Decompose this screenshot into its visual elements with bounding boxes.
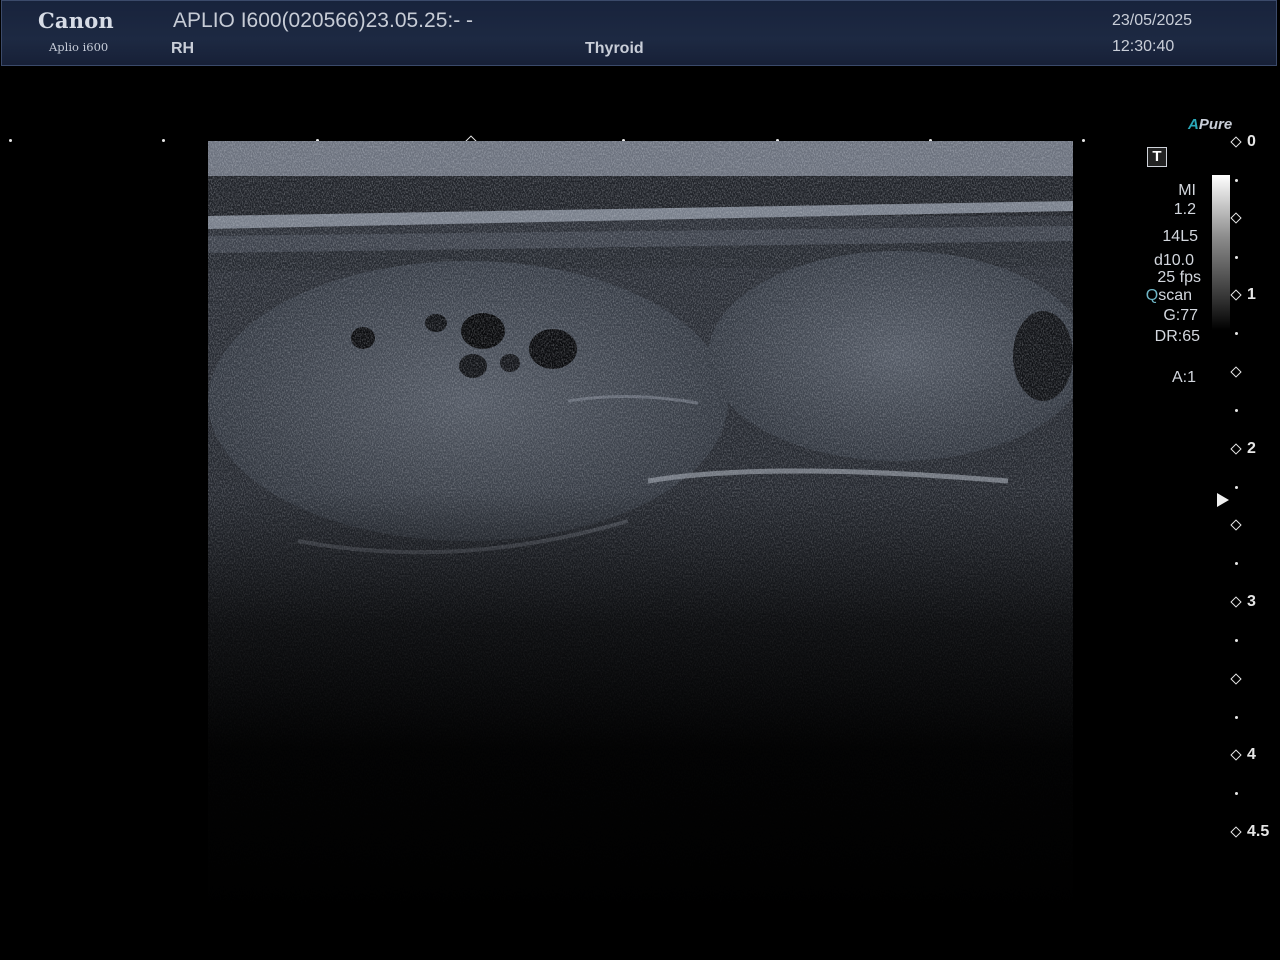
depth-label: 0 — [1247, 133, 1256, 150]
apure-a: A — [1188, 116, 1199, 133]
depth-dot — [1235, 792, 1238, 795]
ultrasound-image-svg — [208, 141, 1073, 920]
depth-dot — [1235, 716, 1238, 719]
probe-name: 14L5 — [1162, 228, 1198, 245]
depth-label: 4.5 — [1247, 823, 1270, 840]
side-label: RH — [171, 40, 195, 57]
qscan-rest: scan — [1158, 287, 1192, 304]
mi-value: 1.2 — [1173, 201, 1196, 218]
top-scale-dot — [162, 139, 165, 142]
depth-dot — [1235, 179, 1238, 182]
depth-dot — [1235, 562, 1238, 565]
mi-label: MI — [1178, 182, 1196, 199]
depth-label: 2 — [1247, 440, 1256, 457]
qscan-label: Qscan — [1120, 287, 1192, 305]
depth-dot — [1235, 486, 1238, 489]
depth-diamond-icon — [1230, 673, 1242, 685]
dynamic-range-value: DR:65 — [1154, 328, 1200, 345]
depth-label: 1 — [1247, 286, 1256, 303]
depth-label: 3 — [1247, 593, 1256, 610]
preset-label: Thyroid — [585, 40, 644, 57]
focus-marker-icon — [1217, 493, 1229, 507]
apure-label: APure — [1188, 116, 1232, 133]
depth-diamond-icon — [1230, 826, 1242, 838]
depth-dot — [1235, 256, 1238, 259]
top-scale-dot — [1082, 139, 1085, 142]
depth-dot — [1235, 409, 1238, 412]
ultrasound-image — [208, 141, 1073, 920]
model-name: Aplio i600 — [49, 40, 109, 54]
depth-diamond-icon — [1230, 443, 1242, 455]
exam-date: 23/05/2025 — [1112, 12, 1193, 29]
depth-label: 4 — [1247, 746, 1256, 763]
depth-value: d10.0 — [1153, 252, 1194, 269]
exam-title: APLIO I600(020566)23.05.25:- - — [173, 9, 474, 32]
depth-diamond-icon — [1230, 366, 1242, 378]
t-icon: T — [1147, 147, 1167, 167]
top-scale-dot — [9, 139, 12, 142]
apure-word: Pure — [1198, 116, 1233, 133]
depth-diamond-icon — [1230, 289, 1242, 301]
depth-dot — [1235, 639, 1238, 642]
acoustic-power-value: A:1 — [1171, 369, 1196, 386]
depth-diamond-icon — [1230, 749, 1242, 761]
frame-rate: 25 fps — [1157, 269, 1201, 286]
header-bar: Canon Aplio i600 APLIO I600(020566)23.05… — [1, 0, 1277, 66]
brand-logo: Canon — [38, 8, 114, 33]
grayscale-bar — [1212, 175, 1230, 330]
depth-diamond-icon — [1230, 519, 1242, 531]
depth-diamond-icon — [1230, 136, 1242, 148]
depth-diamond-icon — [1230, 212, 1242, 224]
gain-value: G:77 — [1163, 307, 1198, 324]
qscan-q: Q — [1145, 287, 1159, 304]
depth-diamond-icon — [1230, 596, 1242, 608]
exam-time: 12:30:40 — [1112, 38, 1175, 55]
ultrasound-screen: Canon Aplio i600 APLIO I600(020566)23.05… — [0, 0, 1280, 960]
depth-dot — [1235, 332, 1238, 335]
